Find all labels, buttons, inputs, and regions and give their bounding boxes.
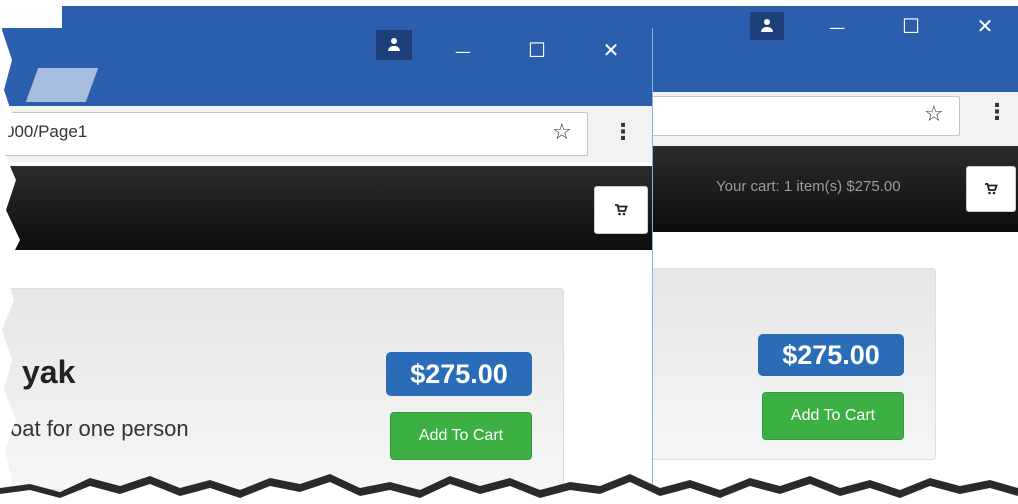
back-price-badge: $275.00 — [758, 334, 904, 376]
front-address-bar[interactable]: 000/Page1 — [0, 112, 588, 156]
front-close-button[interactable]: ✕ — [596, 38, 626, 62]
back-profile-icon[interactable] — [750, 12, 784, 40]
front-tab[interactable] — [25, 68, 99, 102]
product-description: oat for one person — [10, 416, 189, 441]
back-address-bar[interactable] — [622, 96, 960, 136]
back-cart-button[interactable] — [966, 166, 1016, 212]
product-name: yak — [22, 354, 76, 390]
back-add-to-cart-button[interactable]: Add To Cart — [762, 392, 904, 440]
front-price-badge: $275.00 — [386, 352, 532, 396]
front-minimize-button[interactable]: — — [448, 42, 478, 61]
back-close-button[interactable]: ✕ — [970, 14, 1000, 38]
front-kebab-menu-icon[interactable]: ⋮ — [612, 120, 634, 145]
front-star-icon[interactable]: ☆ — [552, 120, 572, 145]
back-cart-icon — [985, 183, 998, 195]
back-kebab-menu-icon[interactable]: ⋮ — [986, 100, 1008, 125]
torn-bottom-edge — [0, 474, 1018, 504]
torn-left-edge — [0, 0, 20, 504]
front-maximize-button[interactable]: ☐ — [522, 38, 552, 62]
front-add-to-cart-button[interactable]: Add To Cart — [390, 412, 532, 460]
back-minimize-button[interactable]: — — [822, 18, 852, 37]
front-browser-window: — ☐ ✕ 000/Page1 ☆ ⋮ yak oat for one pers… — [0, 28, 653, 504]
front-cart-icon — [615, 204, 628, 216]
back-star-icon[interactable]: ☆ — [924, 102, 944, 127]
front-cart-button[interactable] — [594, 186, 648, 234]
front-title-bar — [0, 28, 652, 106]
front-profile-icon[interactable] — [376, 30, 412, 60]
front-navbar — [0, 166, 652, 250]
back-maximize-button[interactable]: ☐ — [896, 14, 926, 38]
cart-summary: Your cart: 1 item(s) $275.00 — [716, 178, 901, 195]
